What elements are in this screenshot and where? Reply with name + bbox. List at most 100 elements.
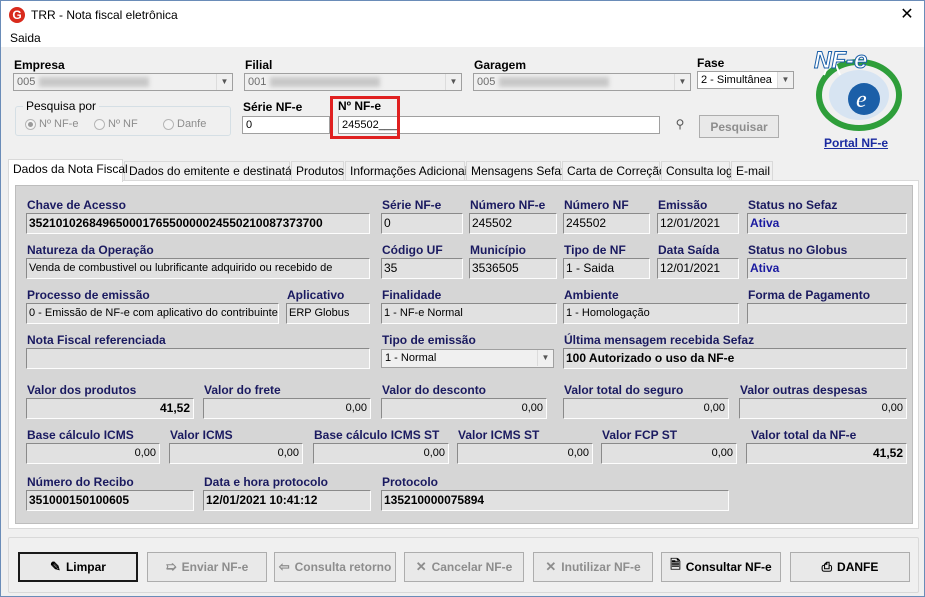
numero-nf-field: 245502 — [563, 213, 650, 234]
tab-panel: Chave de Acesso 352101026849650001765500… — [8, 180, 919, 529]
title-bar: G TRR - Nota fiscal eletrônica ✕ — [1, 1, 924, 29]
return-icon: ⇦ — [278, 559, 290, 574]
serie-search-input[interactable]: 0 — [242, 116, 330, 134]
tab-info-adicionais[interactable]: Informações Adicionais — [345, 161, 473, 180]
tab-produtos[interactable]: Produtos — [291, 161, 344, 180]
fase-label: Fase — [697, 56, 725, 70]
emissao-field: 12/01/2021 — [657, 213, 739, 234]
numero-nf-label: Número NF — [564, 198, 629, 212]
valor-icms-field: 0,00 — [169, 443, 303, 464]
codigo-uf-label: Código UF — [382, 243, 443, 257]
nfe-logo: e NF-e — [804, 41, 914, 133]
ambiente-label: Ambiente — [564, 288, 619, 302]
filial-value: 001 — [248, 76, 267, 88]
pesquisa-label: Pesquisa por — [23, 99, 100, 113]
status-sefaz-label: Status no Sefaz — [748, 198, 838, 212]
filial-label: Filial — [245, 58, 273, 72]
portal-nfe-link[interactable]: Portal NF-e — [824, 136, 888, 150]
tab-consulta-log[interactable]: Consulta log — [661, 161, 733, 180]
danfe-button[interactable]: ⎙ DANFE — [790, 552, 910, 582]
empresa-label: Empresa — [14, 58, 65, 72]
enviar-nfe-button[interactable]: ➯ Enviar NF-e — [147, 552, 267, 582]
binoculars-icon[interactable]: ⚲ — [669, 117, 691, 133]
recibo-field: 351000150100605 — [26, 490, 194, 511]
send-icon: ➯ — [165, 559, 177, 574]
fase-select[interactable]: 2 - Simultânea ▼ — [697, 71, 794, 89]
tab-mensagens-sefaz[interactable]: Mensagens Sefaz — [466, 161, 567, 180]
garagem-select[interactable]: 005 ▼ — [473, 73, 691, 91]
serie-search-label: Série NF-e — [243, 100, 303, 114]
valor-icms-st-label: Valor ICMS ST — [458, 428, 540, 442]
status-globus-field: Ativa — [747, 258, 907, 279]
municipio-label: Município — [470, 243, 526, 257]
chave-label: Chave de Acesso — [27, 198, 126, 212]
tipo-emissao-label: Tipo de emissão — [382, 333, 476, 347]
tab-email[interactable]: E-mail — [731, 161, 773, 180]
chevron-down-icon[interactable]: ▼ — [537, 350, 553, 366]
chevron-down-icon[interactable]: ▼ — [216, 74, 232, 90]
status-sefaz-field: Ativa — [747, 213, 907, 234]
consulta-retorno-button[interactable]: ⇦ Consulta retorno — [274, 552, 396, 582]
tipo-emissao-value: 1 - Normal — [385, 352, 437, 364]
tab-emitente[interactable]: Dados do emitente e destinatário — [124, 161, 305, 180]
data-saida-field: 12/01/2021 — [657, 258, 739, 279]
logo-text: NF-e — [813, 47, 868, 75]
aplicativo-label: Aplicativo — [287, 288, 345, 302]
processo-label: Processo de emissão — [27, 288, 150, 302]
valor-desconto-label: Valor do desconto — [382, 383, 487, 397]
numero-nfe-label: Número NF-e — [470, 198, 546, 212]
base-icms-label: Base cálculo ICMS — [27, 428, 134, 442]
window-title: TRR - Nota fiscal eletrônica — [31, 8, 178, 22]
tipo-nf-label: Tipo de NF — [564, 243, 626, 257]
pesquisar-button[interactable]: Pesquisar — [699, 115, 779, 138]
tab-dados-nota[interactable]: Dados da Nota Fiscal — [8, 159, 128, 182]
aplicativo-field: ERP Globus — [286, 303, 370, 324]
valor-fcp-label: Valor FCP ST — [602, 428, 678, 442]
valor-icms-st-field: 0,00 — [457, 443, 593, 464]
limpar-button[interactable]: ✎ Limpar — [18, 552, 138, 582]
codigo-uf-field: 35 — [381, 258, 463, 279]
consultar-nfe-button[interactable]: 🗎 Consultar NF-e — [661, 552, 781, 582]
valor-desconto-field: 0,00 — [381, 398, 547, 419]
cancelar-nfe-button[interactable]: ✕ Cancelar NF-e — [404, 552, 524, 582]
filial-select[interactable]: 001 ▼ — [244, 73, 462, 91]
inutilizar-nfe-button[interactable]: ✕ Inutilizar NF-e — [533, 552, 653, 582]
close-button[interactable]: ✕ — [898, 6, 916, 24]
chevron-down-icon[interactable]: ▼ — [777, 72, 793, 88]
nota-fiscal-panel: Chave de Acesso 352101026849650001765500… — [15, 185, 913, 524]
fase-value: 2 - Simultânea — [701, 74, 772, 86]
valor-icms-label: Valor ICMS — [170, 428, 233, 442]
tab-carta-correcao[interactable]: Carta de Correção — [562, 161, 666, 180]
tipo-nf-field: 1 - Saida — [563, 258, 650, 279]
finalidade-label: Finalidade — [382, 288, 442, 302]
app-logo-icon: G — [9, 7, 25, 23]
natureza-field: Venda de combustivel ou lubrificante adq… — [26, 258, 370, 279]
highlight-box — [330, 96, 400, 139]
valor-outras-label: Valor outras despesas — [740, 383, 868, 397]
natureza-label: Natureza da Operação — [27, 243, 154, 257]
menu-saida[interactable]: Saida — [10, 31, 41, 45]
chevron-down-icon[interactable]: ▼ — [445, 74, 461, 90]
data-protocolo-label: Data e hora protocolo — [204, 475, 329, 489]
tipo-emissao-select[interactable]: 1 - Normal ▼ — [381, 349, 554, 368]
emissao-label: Emissão — [658, 198, 708, 212]
radio-nrnf[interactable]: Nº NF — [94, 118, 138, 130]
data-saida-label: Data Saída — [658, 243, 720, 257]
radio-danfe[interactable]: Danfe — [163, 118, 206, 130]
processo-field: 0 - Emissão de NF-e com aplicativo do co… — [26, 303, 279, 324]
valor-frete-field: 0,00 — [203, 398, 371, 419]
garagem-value: 005 — [477, 76, 496, 88]
chevron-down-icon[interactable]: ▼ — [674, 74, 690, 90]
empresa-select[interactable]: 005 ▼ — [13, 73, 233, 91]
radio-nrnfe[interactable]: Nº NF-e — [25, 118, 78, 130]
serie-label: Série NF-e — [382, 198, 442, 212]
ultima-msg-field: 100 Autorizado o uso da NF-e — [563, 348, 907, 369]
document-search-icon: 🗎 — [670, 557, 681, 572]
numero-nfe-field: 245502 — [469, 213, 557, 234]
printer-icon: ⎙ — [821, 559, 833, 574]
svg-text:e: e — [856, 87, 867, 113]
menu-bar: Saida — [1, 29, 924, 47]
valor-produtos-field: 41,52 — [26, 398, 194, 419]
forma-pagamento-field — [747, 303, 907, 324]
valor-seguro-label: Valor total do seguro — [564, 383, 684, 397]
